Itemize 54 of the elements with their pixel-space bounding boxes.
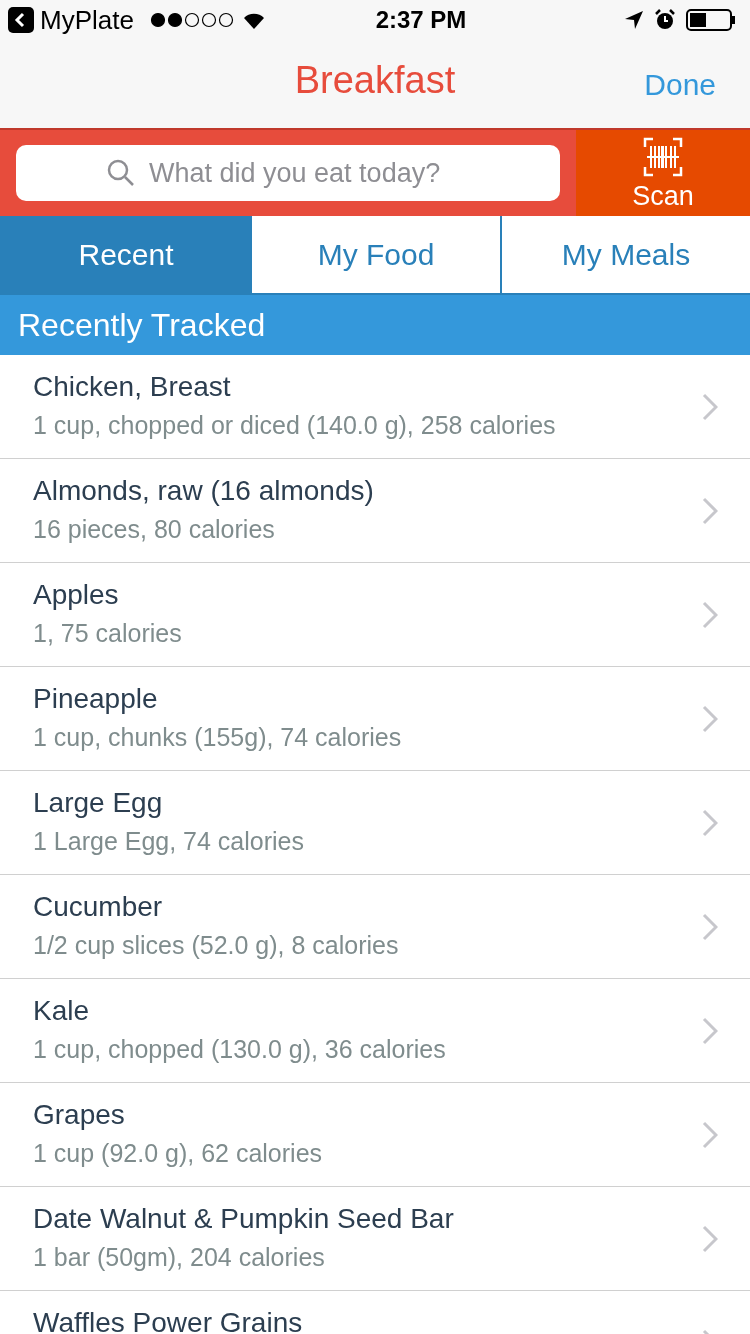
section-header: Recently Tracked	[0, 295, 750, 355]
food-row[interactable]: Chicken, Breast 1 cup, chopped or diced (140.0 g), 258 calories	[0, 355, 750, 459]
wifi-icon	[241, 11, 266, 29]
chevron-right-icon	[702, 705, 718, 733]
signal-icon	[149, 12, 236, 28]
barcode-icon	[643, 136, 683, 177]
food-detail: 1 cup (92.0 g), 62 calories	[33, 1138, 324, 1169]
food-row[interactable]: Almonds, raw (16 almonds) 16 pieces, 80 calories	[0, 459, 750, 563]
chevron-right-icon	[702, 913, 718, 941]
food-row[interactable]: Waffles Power Grains	[0, 1291, 750, 1334]
chevron-right-icon	[702, 809, 718, 837]
chevron-right-icon	[702, 497, 718, 525]
food-row[interactable]: Apples 1, 75 calories	[0, 563, 750, 667]
status-time: 2:37 PM	[374, 5, 468, 35]
search-icon	[107, 159, 135, 187]
chevron-right-icon	[702, 393, 718, 421]
food-detail: 1 cup, chunks (155g), 74 calories	[33, 722, 403, 753]
food-row[interactable]: Cucumber 1/2 cup slices (52.0 g), 8 calories	[0, 875, 750, 979]
food-detail: 1, 75 calories	[33, 618, 183, 649]
search-input[interactable]: What did you eat today?	[149, 152, 469, 194]
nav-title: Breakfast	[294, 57, 456, 103]
food-detail: 1/2 cup slices (52.0 g), 8 calories	[33, 930, 400, 961]
alarm-clock-icon	[654, 9, 676, 31]
scan-button[interactable]: Scan	[576, 130, 750, 216]
food-row[interactable]: Large Egg 1 Large Egg, 74 calories	[0, 771, 750, 875]
food-name: Grapes	[33, 1098, 126, 1132]
battery-icon	[686, 9, 736, 31]
food-row[interactable]: Grapes 1 cup (92.0 g), 62 calories	[0, 1083, 750, 1187]
food-detail: 1 cup, chopped (130.0 g), 36 calories	[33, 1034, 447, 1065]
food-name: Date Walnut & Pumpkin Seed Bar	[33, 1202, 455, 1236]
food-row[interactable]: Date Walnut & Pumpkin Seed Bar 1 bar (50gm), 204 calories	[0, 1187, 750, 1291]
back-app-link[interactable]: MyPlate	[40, 0, 134, 40]
food-row[interactable]: Pineapple 1 cup, chunks (155g), 74 calories	[0, 667, 750, 771]
food-name: Pineapple	[33, 682, 159, 716]
location-arrow-icon	[624, 10, 644, 30]
food-name: Almonds, raw (16 almonds)	[33, 474, 375, 508]
chevron-right-icon	[702, 1225, 718, 1253]
food-detail: 1 bar (50gm), 204 calories	[33, 1242, 326, 1273]
food-name: Apples	[33, 578, 120, 612]
chevron-right-icon	[702, 1121, 718, 1149]
chevron-right-icon	[702, 1017, 718, 1045]
food-name: Kale	[33, 994, 91, 1028]
food-detail: 16 pieces, 80 calories	[33, 514, 276, 545]
search-field[interactable]: What did you eat today?	[16, 145, 560, 201]
chevron-right-icon	[702, 601, 718, 629]
food-detail: 1 cup, chopped or diced (140.0 g), 258 calories	[33, 410, 557, 441]
back-icon[interactable]	[8, 7, 34, 33]
food-row[interactable]: Kale 1 cup, chopped (130.0 g), 36 calories	[0, 979, 750, 1083]
food-name: Cucumber	[33, 890, 164, 924]
food-name: Large Egg	[33, 786, 164, 820]
food-name: Waffles Power Grains	[33, 1306, 304, 1334]
food-name: Chicken, Breast	[33, 370, 232, 404]
tab[interactable]: Recent	[0, 216, 250, 293]
food-detail: 1 Large Egg, 74 calories	[33, 826, 305, 857]
